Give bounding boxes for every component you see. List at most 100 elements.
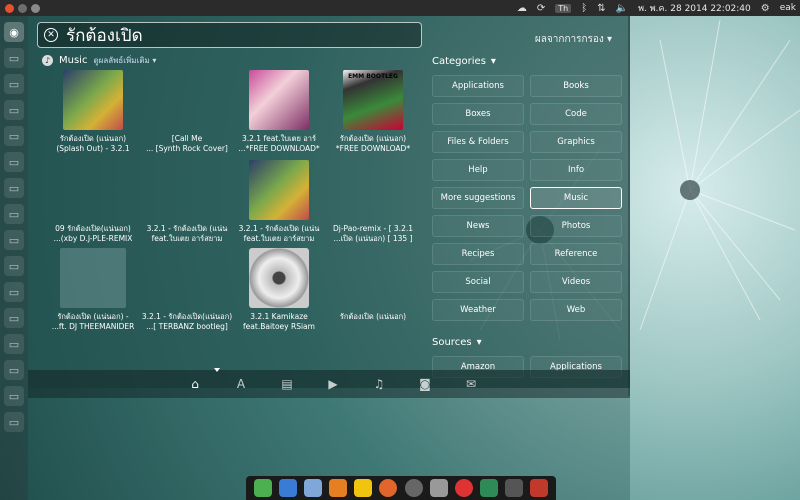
user-name[interactable]: eak [780,3,796,13]
category-books[interactable]: Books [530,75,622,97]
result-item[interactable]: [Call Me ... [Synth Rock Cover] [140,70,234,154]
trash-icon[interactable]: ▭ [4,412,24,432]
launcher-app-icon[interactable]: ▭ [4,308,24,328]
launcher-app-icon[interactable]: ▭ [4,230,24,250]
filter-panel: Categories ▾ Applications Books Boxes Code F… [432,56,628,378]
result-subtitle: ...เปิด (แน่นอก) [ 135 ] [333,234,413,243]
social-icon[interactable]: ✉ [462,377,480,391]
app-icon[interactable] [530,479,549,497]
dash-home-icon[interactable]: ◉ [4,22,24,42]
result-item[interactable]: 3.2.1 - รักต้องเปิด (แน่น feat.ใบเตย อาร… [140,160,234,244]
result-item[interactable]: 3.2.1 - รักต้องเปิด(แน่นอก) ...[ TERBANZ… [140,248,234,332]
music-icon[interactable]: ♫ [370,377,388,391]
launcher-app-icon[interactable]: ▭ [4,360,24,380]
result-subtitle: *FREE DOWNLOAD* [335,144,411,153]
launcher-app-icon[interactable]: ▭ [4,204,24,224]
maximize-window-button[interactable] [31,3,40,13]
filter-results-toggle[interactable]: ผลจากการกรอง ▾ [535,32,612,47]
category-web[interactable]: Web [530,299,622,321]
filter-results-label: ผลจากการกรอง [534,34,604,45]
keyboard-indicator[interactable]: Th [555,3,572,13]
home-icon[interactable]: ⌂ [186,377,204,391]
category-more-suggestions[interactable]: More suggestions [432,187,524,209]
category-help[interactable]: Help [432,159,524,181]
category-social[interactable]: Social [432,271,524,293]
video-icon[interactable]: ▶ [324,377,342,391]
category-files-folders[interactable]: Files & Folders [432,131,524,153]
result-item[interactable]: 3.2.1 - รักต้องเปิด (แน่น feat.ใบเตย อาร… [232,160,326,244]
launcher-app-icon[interactable]: ▭ [4,100,24,120]
category-music[interactable]: Music [530,187,622,209]
launcher-app-icon[interactable]: ▭ [4,256,24,276]
lens-bar: ⌂ A ▤ ▶ ♫ ◙ ✉ [28,370,630,398]
result-item[interactable]: รักต้องเปิด (แน่นอก) [326,248,420,322]
category-photos[interactable]: Photos [530,215,622,237]
clock[interactable]: พ. พ.ค. 28 2014 22:02:40 [638,1,751,15]
result-title: รักต้องเปิด (แน่นอก) [59,134,127,143]
category-videos[interactable]: Videos [530,271,622,293]
category-graphics[interactable]: Graphics [530,131,622,153]
result-item[interactable]: รักต้องเปิด (แน่นอก) - ...ft. DJ THEEMAN… [46,248,140,332]
result-subtitle: feat.ใบเตย อาร์สยาม [243,234,315,243]
app-icon[interactable] [505,479,524,497]
app-icon[interactable] [429,479,448,497]
app-icon[interactable] [479,479,498,497]
sources-header[interactable]: Sources ▾ [432,337,628,348]
gear-icon[interactable]: ⚙ [761,3,770,14]
launcher-app-icon[interactable]: ▭ [4,74,24,94]
album-cover [249,160,309,220]
result-item[interactable]: EMM BOOTLEG รักต้องเปิด (แน่นอก) *FREE D… [326,70,420,154]
category-info[interactable]: Info [530,159,622,181]
clear-search-icon[interactable]: ✕ [44,28,58,42]
album-cover [249,70,309,130]
result-item[interactable]: 3.2.1 Kamikaze feat.Baitoey RSiam [232,248,326,332]
launcher-app-icon[interactable]: ▭ [4,282,24,302]
firefox-icon[interactable] [379,479,398,497]
photo-icon[interactable]: ◙ [416,377,434,391]
apps-icon[interactable]: A [232,377,250,391]
app-icon[interactable] [354,479,373,497]
app-icon[interactable] [329,479,348,497]
category-news[interactable]: News [432,215,524,237]
app-icon[interactable] [404,479,423,497]
category-reference[interactable]: Reference [530,243,622,265]
category-applications[interactable]: Applications [432,75,524,97]
line-app-icon[interactable] [253,479,272,497]
launcher-app-icon[interactable]: ▭ [4,334,24,354]
category-weather[interactable]: Weather [432,299,524,321]
result-title: 3.2.1 - รักต้องเปิด (แน่น [146,224,228,233]
result-item[interactable]: 09 รักต้องเปิด(แน่นอก) ...(xby D.J-PLE-R… [46,160,140,244]
category-code[interactable]: Code [530,103,622,125]
result-item[interactable]: 3.2.1 feat.ใบเตย อาร์ ...*FREE DOWNLOAD* [232,70,326,154]
album-cover [157,248,217,308]
category-recipes[interactable]: Recipes [432,243,524,265]
result-item[interactable]: Dj-Pao-remix - [ 3.2.1 ...เปิด (แน่นอก) … [326,160,420,244]
launcher-app-icon[interactable]: ▭ [4,48,24,68]
minimize-window-button[interactable] [18,3,27,13]
close-window-button[interactable] [5,3,14,13]
search-query[interactable]: รักต้องเปิด [66,22,143,49]
launcher-app-icon[interactable]: ▭ [4,386,24,406]
chrome-icon[interactable] [454,479,473,497]
dash-edge [628,16,630,396]
launcher-app-icon[interactable]: ▭ [4,126,24,146]
result-subtitle: feat.Baitoey RSiam [243,322,315,331]
category-boxes[interactable]: Boxes [432,103,524,125]
cloud-icon[interactable]: ☁ [517,3,527,14]
sync-icon[interactable]: ⟳ [537,3,545,14]
network-icon[interactable]: ⇅ [597,3,605,14]
result-title: Dj-Pao-remix - [ 3.2.1 [332,224,413,233]
categories-header[interactable]: Categories ▾ [432,56,628,67]
active-lens-indicator [214,368,220,372]
app-icon[interactable] [278,479,297,497]
search-input[interactable]: ✕ รักต้องเปิด [37,22,422,48]
files-app-icon[interactable] [303,479,322,497]
launcher-app-icon[interactable]: ▭ [4,152,24,172]
album-cover [343,248,403,308]
see-more-link[interactable]: ดูผลลัพธ์เพิ่มเติม ▾ [93,54,156,67]
files-icon[interactable]: ▤ [278,377,296,391]
volume-icon[interactable]: 🔈 [616,3,628,14]
result-item[interactable]: รักต้องเปิด (แน่นอก) (Splash Out) - 3.2.… [46,70,140,154]
bluetooth-icon[interactable]: ᛒ [581,3,587,14]
launcher-app-icon[interactable]: ▭ [4,178,24,198]
